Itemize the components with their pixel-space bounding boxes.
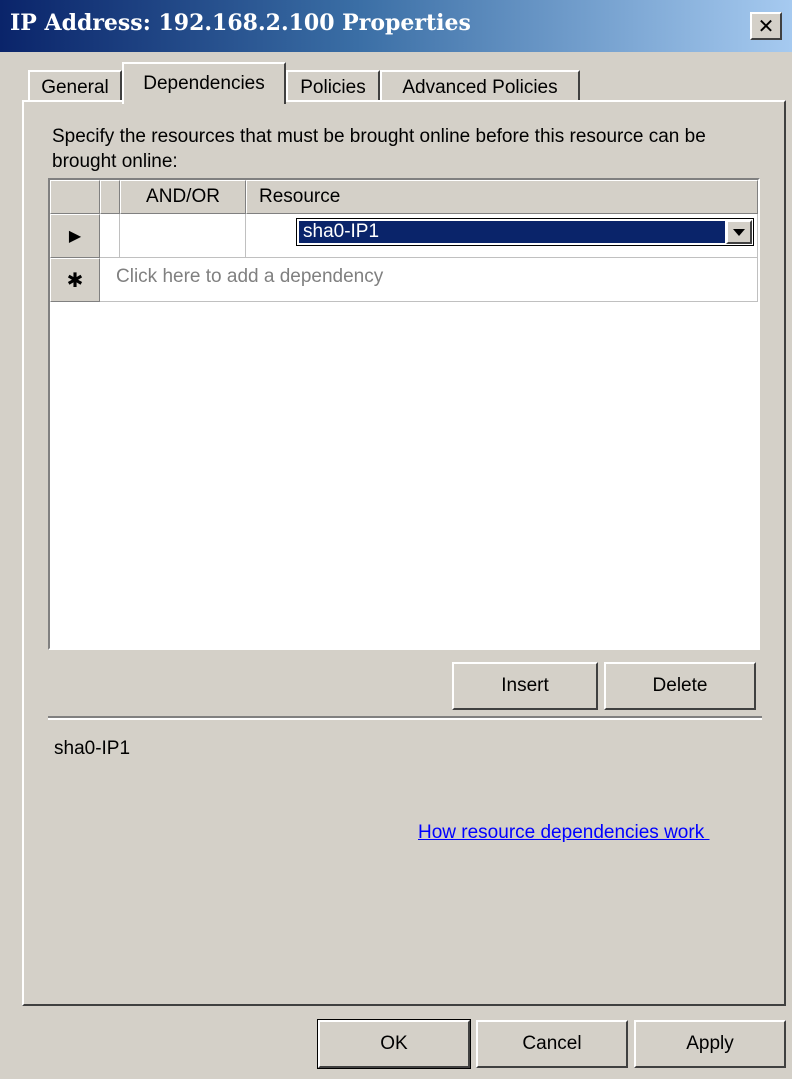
column-header-resource-label: Resource <box>259 186 341 207</box>
insert-button[interactable]: Insert <box>452 662 598 710</box>
tab-policies-label: Policies <box>300 77 366 98</box>
row-spacer-cell <box>100 214 120 258</box>
window-title: IP Address: 192.168.2.100 Properties <box>10 10 471 36</box>
apply-button-label: Apply <box>686 1033 734 1054</box>
new-row-asterisk-icon: ✱ <box>66 269 84 292</box>
dropdown-button[interactable] <box>726 220 752 244</box>
title-bar[interactable]: IP Address: 192.168.2.100 Properties ✕ <box>0 0 792 52</box>
tab-dependencies[interactable]: Dependencies <box>122 62 286 104</box>
dependencies-description: Specify the resources that must be broug… <box>52 126 706 172</box>
cancel-button-label: Cancel <box>522 1033 582 1054</box>
tab-advanced-policies[interactable]: Advanced Policies <box>380 70 580 104</box>
close-button[interactable]: ✕ <box>750 12 782 40</box>
chevron-down-icon <box>733 228 745 236</box>
separator <box>48 716 762 720</box>
tab-dependencies-label: Dependencies <box>143 73 265 94</box>
ok-button[interactable]: OK <box>317 1019 471 1069</box>
resource-dropdown-value: sha0-IP1 <box>299 221 725 243</box>
column-header-resource[interactable]: Resource <box>246 180 758 214</box>
current-row-indicator[interactable]: ▶ <box>50 214 100 258</box>
properties-dialog: IP Address: 192.168.2.100 Properties ✕ G… <box>0 0 792 1079</box>
insert-button-label: Insert <box>501 675 549 696</box>
grid-corner-header <box>50 180 100 214</box>
tab-general[interactable]: General <box>28 70 122 104</box>
row-pointer-icon: ▶ <box>68 228 82 245</box>
close-icon: ✕ <box>757 14 775 38</box>
resource-dropdown[interactable]: sha0-IP1 <box>296 218 754 246</box>
dependency-expression: sha0-IP1 <box>54 738 131 759</box>
delete-button[interactable]: Delete <box>604 662 756 710</box>
column-header-and-or-label: AND/OR <box>146 186 220 207</box>
add-dependency-placeholder[interactable]: Click here to add a dependency <box>116 266 383 288</box>
tab-general-label: General <box>41 77 109 98</box>
tab-advanced-policies-label: Advanced Policies <box>402 77 558 98</box>
apply-button[interactable]: Apply <box>634 1020 786 1068</box>
tab-policies[interactable]: Policies <box>286 70 380 104</box>
cancel-button[interactable]: Cancel <box>476 1020 628 1068</box>
grid-spacer-header <box>100 180 120 214</box>
new-row-indicator: ✱ <box>50 258 100 302</box>
delete-button-label: Delete <box>652 675 708 696</box>
and-or-cell[interactable] <box>120 214 246 258</box>
dependency-grid[interactable]: AND/OR Resource ▶ sha0-IP1 ✱ Click here … <box>48 178 760 650</box>
help-link[interactable]: How resource dependencies work <box>418 822 710 844</box>
ok-button-label: OK <box>380 1033 408 1054</box>
column-header-and-or[interactable]: AND/OR <box>120 180 246 214</box>
